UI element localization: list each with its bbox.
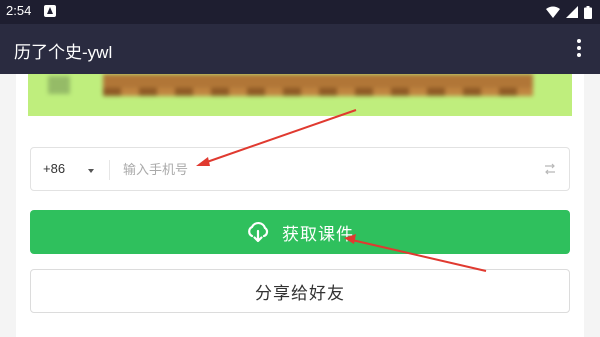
cloud-download-icon — [248, 221, 269, 243]
status-icons — [546, 5, 592, 19]
battery-icon — [584, 5, 592, 19]
app-bar: 历了个史-ywl — [0, 24, 600, 74]
content-card: +86 获取课件 分享给好友 — [16, 74, 584, 337]
share-button[interactable]: 分享给好友 — [30, 269, 570, 313]
swap-arrows-icon[interactable] — [543, 162, 557, 176]
get-courseware-button[interactable]: 获取课件 — [30, 210, 570, 254]
status-bar: 2:54 — [0, 0, 600, 24]
input-divider — [109, 160, 110, 180]
get-courseware-label: 获取课件 — [282, 224, 354, 245]
country-code-selector[interactable]: +86 — [43, 161, 65, 176]
banner-blur-shape — [48, 76, 70, 94]
share-button-label: 分享给好友 — [255, 283, 345, 304]
chevron-down-icon[interactable] — [88, 169, 94, 173]
banner-image — [28, 74, 572, 116]
more-vert-icon[interactable] — [576, 39, 582, 59]
signal-icon — [566, 6, 578, 18]
phone-number-input[interactable] — [123, 158, 523, 182]
app-title: 历了个史-ywl — [14, 43, 113, 62]
status-time: 2:54 — [6, 3, 32, 18]
fence-graphic — [103, 74, 533, 96]
phone-input-row: +86 — [30, 147, 570, 191]
notification-a-icon — [44, 5, 56, 17]
wifi-icon — [546, 6, 560, 18]
